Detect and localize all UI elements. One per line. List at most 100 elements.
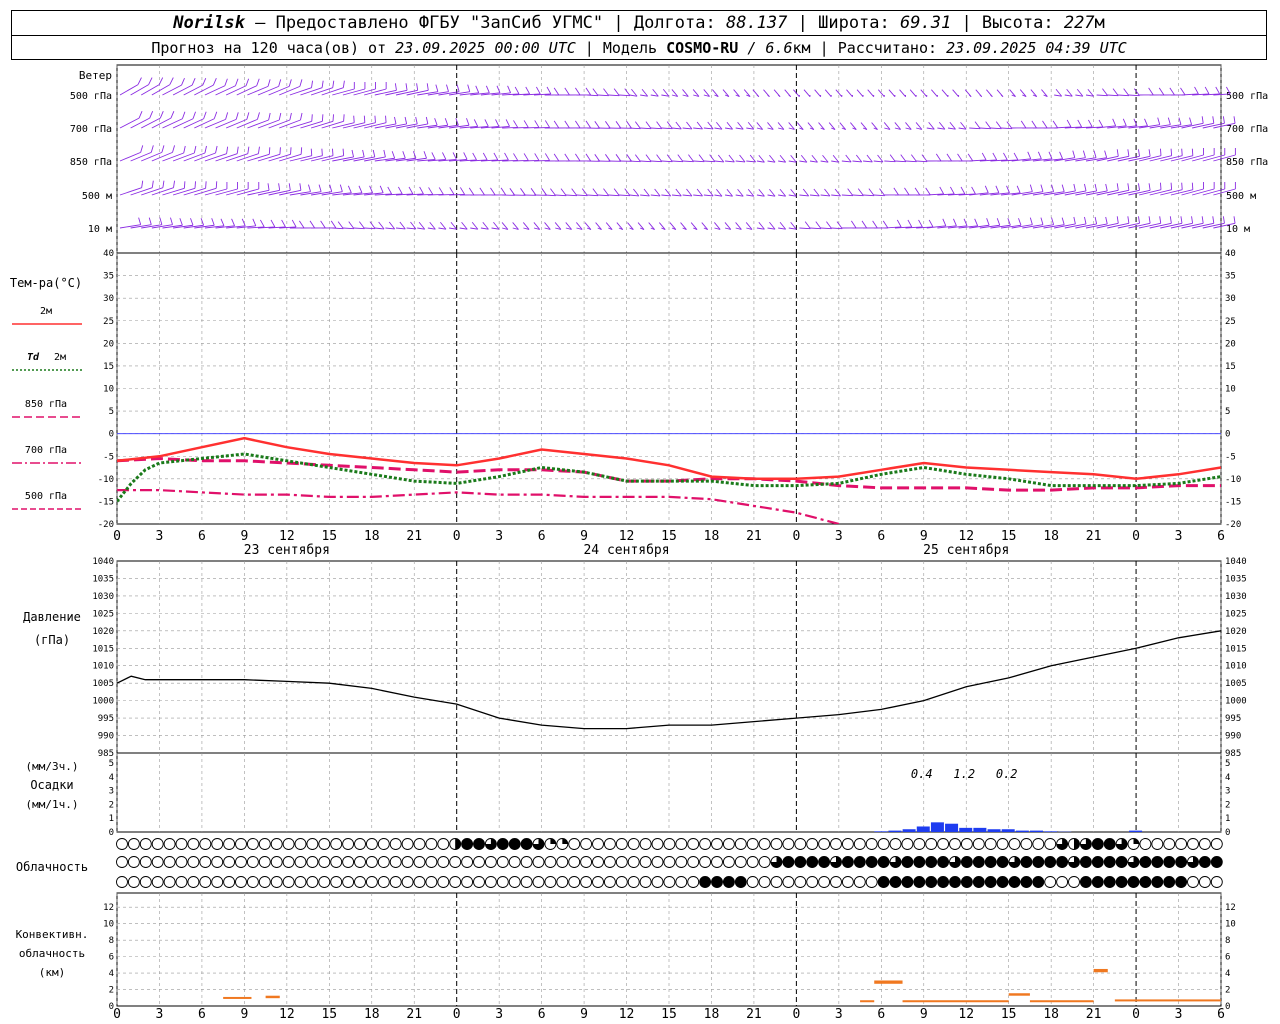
wind-barb-feather — [446, 84, 449, 92]
wind-barb — [204, 85, 226, 96]
cloud-circle — [116, 856, 128, 868]
cloud-fill-full — [961, 856, 973, 868]
precip-bar — [973, 827, 987, 832]
cloud-circle — [139, 876, 152, 888]
cloud-circle — [746, 856, 759, 868]
wind-barb-feather — [888, 89, 896, 97]
wind-barb-feather — [252, 218, 257, 227]
wind-barb-feather — [634, 121, 641, 129]
wind-barb-feather — [986, 89, 993, 97]
cloud-circle — [830, 876, 842, 888]
wind-barb-feather — [1212, 216, 1215, 224]
pressure-axis-tick-right: 1010 — [1225, 662, 1247, 672]
wind-barb — [194, 152, 216, 162]
wind-barb — [268, 85, 290, 96]
convective-axis-tick-left: 8 — [109, 936, 114, 946]
cloud-circle — [187, 838, 200, 850]
wind-barb — [1096, 94, 1108, 97]
cloud-fill-full — [1032, 876, 1044, 888]
wind-barb-feather — [749, 154, 756, 163]
wind-barb-feather — [220, 218, 225, 227]
wind-barb — [905, 160, 917, 163]
convective-segment — [265, 995, 280, 999]
cloud-circle — [568, 856, 581, 868]
wind-barb-feather — [310, 148, 313, 156]
cloud-circle — [853, 876, 866, 888]
cloud-circle — [235, 856, 247, 868]
wind-barb — [555, 194, 567, 197]
wind-barb-feather — [603, 188, 610, 196]
wind-barb-feather — [773, 89, 781, 97]
wind-barb-feather — [624, 88, 631, 96]
convective-xtick: 0 — [1132, 1007, 1140, 1022]
wind-barb-feather — [1194, 86, 1199, 95]
cloud-circle — [1139, 838, 1152, 850]
cloud-circle — [306, 856, 319, 868]
convective-axis-tick-right: 6 — [1225, 953, 1230, 963]
convective-title: Конвективн. — [16, 928, 89, 941]
wind-barb-feather — [995, 121, 1002, 129]
cloud-circle — [199, 838, 212, 850]
wind-barb — [894, 160, 906, 163]
precip-annotation: 0.2 — [996, 767, 1018, 781]
wind-barb — [204, 188, 228, 196]
wind-barb — [247, 153, 270, 162]
temp-xtick: 0 — [1132, 529, 1140, 544]
wind-barb-feather — [460, 187, 466, 195]
precip-bar — [916, 826, 930, 832]
wind-barb-feather — [666, 154, 673, 162]
wind-barb — [406, 89, 429, 96]
pressure-axis-tick-right: 1020 — [1225, 627, 1247, 637]
pressure-title: Давление — [23, 610, 81, 624]
wind-barb — [321, 155, 344, 162]
wind-barb-feather — [941, 89, 949, 97]
temp-axis-tick-left: -20 — [98, 520, 114, 530]
wind-barb-feather — [288, 79, 292, 87]
wind-barb-feather — [137, 77, 142, 85]
wind-barb — [1064, 223, 1087, 229]
wind-barb-feather — [493, 152, 499, 161]
wind-barb-feather — [428, 187, 434, 195]
wind-barb-feather — [391, 151, 396, 159]
wind-barb — [236, 188, 259, 196]
pressure-axis-tick-left: 1015 — [92, 644, 114, 654]
wind-barb-feather — [246, 112, 250, 120]
wind-barb-feather — [1180, 216, 1183, 224]
cloud-circle — [139, 838, 152, 850]
cloud-circle — [354, 876, 366, 888]
wind-barb-feather — [300, 112, 303, 121]
cloud-circle — [484, 856, 497, 868]
cloud-circle — [449, 876, 462, 888]
wind-barb — [353, 227, 365, 230]
cloud-fill-full — [937, 876, 949, 888]
wind-barb-feather — [856, 89, 864, 97]
wind-barb-feather — [946, 153, 952, 162]
wind-barb-feather — [358, 221, 365, 229]
cloud-circle — [675, 856, 688, 868]
wind-barb — [364, 227, 376, 230]
wind-barb — [1022, 224, 1044, 229]
legend-label: 850 гПа — [25, 399, 67, 410]
wind-barb-feather — [967, 153, 974, 162]
cloud-circle — [913, 838, 926, 850]
convective-xtick: 0 — [113, 1007, 121, 1022]
wind-barb-feather — [151, 180, 154, 188]
cloud-circle — [687, 838, 700, 850]
wind-barb — [1192, 188, 1215, 196]
wind-barb-feather — [594, 121, 601, 129]
convective-xtick: 21 — [406, 1007, 422, 1022]
wind-barb-feather — [960, 186, 966, 195]
wind-barb-feather — [942, 218, 947, 227]
wind-barb-feather — [332, 114, 334, 122]
wind-barb — [809, 227, 822, 230]
cloud-circle — [1032, 838, 1045, 850]
cloud-circle — [425, 838, 438, 850]
wind-barb-feather — [394, 116, 397, 125]
cloud-circle — [782, 876, 795, 888]
wind-barb-feather — [1048, 151, 1053, 160]
wind-barb — [650, 194, 661, 197]
precip-annotation: 0.4 — [911, 767, 933, 781]
wind-barb-feather — [308, 184, 311, 192]
wind-barb-feather — [467, 84, 471, 92]
wind-barb — [873, 194, 885, 197]
